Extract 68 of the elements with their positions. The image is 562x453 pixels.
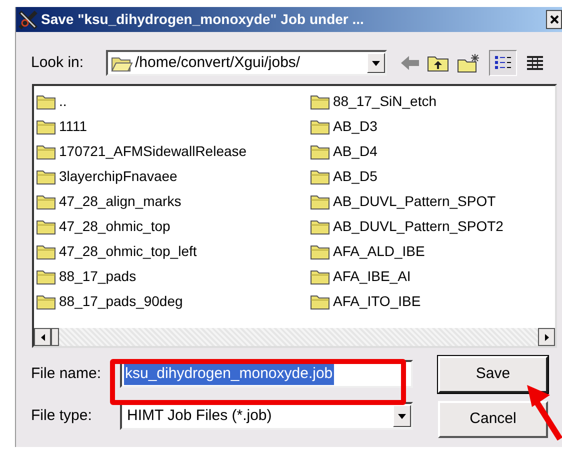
caret-icon (398, 414, 406, 418)
file-type-value: HIMT Job Files (*.job) (127, 406, 272, 426)
save-button[interactable]: Save (438, 356, 548, 393)
horizontal-scrollbar[interactable] (34, 328, 555, 346)
view-mode-button[interactable] (489, 50, 517, 76)
folder-name[interactable]: 47_28_ohmic_top (59, 216, 170, 237)
folder-name[interactable]: AFA_ALD_IBE (333, 241, 425, 262)
folder-up-icon[interactable] (427, 54, 449, 72)
detail-view-icon (494, 55, 512, 71)
folder-icon (36, 194, 56, 210)
folder-name[interactable]: AB_DUVL_Pattern_SPOT (333, 191, 496, 212)
back-arrow-icon[interactable] (401, 56, 419, 70)
dropdown-arrow-button[interactable] (393, 405, 411, 427)
folder-icon (310, 144, 330, 160)
scroll-left-button[interactable] (34, 328, 51, 346)
look-in-value: /home/convert/Xgui/jobs/ (135, 52, 300, 73)
folder-name[interactable]: AB_D3 (333, 116, 378, 137)
folder-icon (36, 244, 56, 260)
close-button[interactable] (546, 10, 562, 29)
folder-name[interactable]: .. (59, 91, 67, 112)
left-arrow-icon (40, 334, 44, 340)
folder-icon (310, 294, 330, 310)
file-name-label: File name: (31, 364, 102, 384)
dropdown-arrow-button[interactable] (367, 53, 385, 73)
folder-name[interactable]: 47_28_ohmic_top_left (59, 241, 197, 262)
folder-icon (36, 268, 56, 284)
folder-name[interactable]: AB_DUVL_Pattern_SPOT2 (333, 216, 504, 237)
folder-name[interactable]: 88_17_pads (59, 266, 136, 287)
folder-name[interactable]: 170721_AFMSidewallRelease (59, 141, 247, 162)
folder-icon (310, 118, 330, 134)
close-icon (550, 15, 558, 24)
folder-icon (36, 218, 56, 234)
folder-icon (36, 294, 56, 310)
look-in-dropdown[interactable]: /home/convert/Xgui/jobs/ (106, 50, 387, 76)
folder-icon (310, 94, 330, 110)
list-view-icon (526, 55, 544, 71)
look-in-label: Look in: (31, 52, 85, 73)
folder-icon (310, 218, 330, 234)
folder-icon (310, 194, 330, 210)
folder-icon (36, 94, 56, 110)
file-type-label: File type: (31, 406, 93, 426)
window-title: Save "ksu_dihydrogen_monoxyde" Job under ... (41, 10, 364, 29)
folder-name[interactable]: AB_D4 (333, 141, 378, 162)
folder-name[interactable]: 88_17_pads_90deg (59, 291, 183, 312)
caret-icon (372, 60, 380, 66)
folder-icon (36, 118, 56, 134)
folder-name[interactable]: AFA_IBE_AI (333, 266, 411, 287)
file-type-dropdown[interactable]: HIMT Job Files (*.job) (120, 402, 413, 430)
folder-icon (310, 168, 330, 184)
folder-icon (310, 268, 330, 284)
right-arrow-icon (544, 334, 548, 340)
x-logo-icon (18, 10, 38, 30)
folder-name[interactable]: 88_17_SiN_etch (333, 91, 437, 112)
folder-name[interactable]: AB_D5 (333, 166, 378, 187)
folder-icon (36, 144, 56, 160)
cancel-button[interactable]: Cancel (438, 401, 548, 438)
folder-name[interactable]: 47_28_align_marks (59, 191, 182, 212)
folder-icon (36, 168, 56, 184)
pointer-arrow (524, 383, 562, 441)
new-folder-icon[interactable] (457, 53, 481, 73)
open-folder-icon (111, 54, 133, 72)
file-name-value: ksu_dihydrogen_monoxyde.job (124, 362, 334, 386)
folder-name[interactable]: 1111 (59, 116, 88, 137)
scroll-right-button[interactable] (538, 328, 555, 346)
folder-name[interactable]: 3layerchipFnavaee (59, 166, 178, 187)
folder-icon (310, 244, 330, 260)
scroll-thumb[interactable] (51, 328, 59, 346)
folder-name[interactable]: AFA_ITO_IBE (333, 291, 421, 312)
